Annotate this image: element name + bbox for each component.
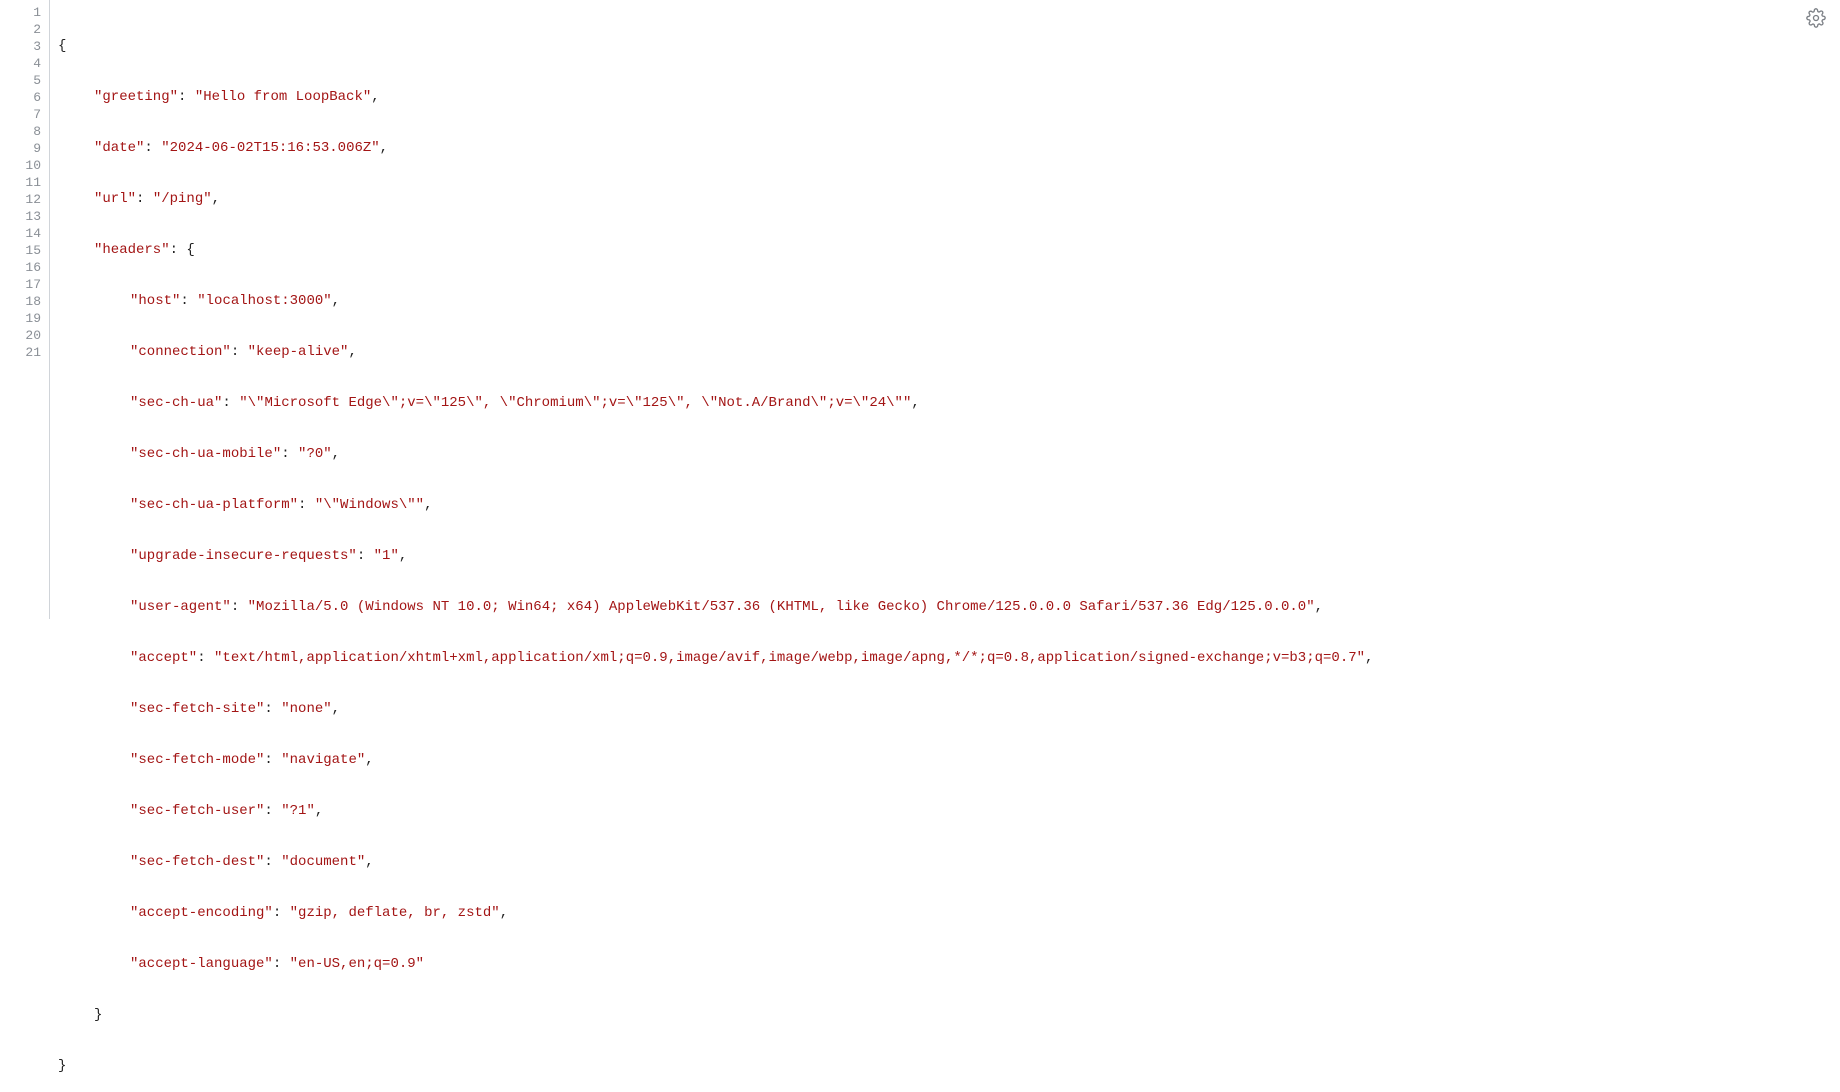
line-number: 17 xyxy=(0,276,49,293)
line-number: 5 xyxy=(0,72,49,89)
line-number: 7 xyxy=(0,106,49,123)
code-line: "sec-fetch-dest": "document", xyxy=(58,854,1840,871)
code-line: "accept": "text/html,application/xhtml+x… xyxy=(58,650,1840,667)
line-number: 19 xyxy=(0,310,49,327)
code-line: "host": "localhost:3000", xyxy=(58,293,1840,310)
line-number: 3 xyxy=(0,38,49,55)
gear-icon[interactable] xyxy=(1806,8,1826,28)
line-number: 13 xyxy=(0,208,49,225)
code-line: "url": "/ping", xyxy=(58,191,1840,208)
line-number: 2 xyxy=(0,21,49,38)
line-number: 4 xyxy=(0,55,49,72)
code-line: "sec-fetch-user": "?1", xyxy=(58,803,1840,820)
code-line: "greeting": "Hello from LoopBack", xyxy=(58,89,1840,106)
code-line: } xyxy=(58,1058,1840,1075)
code-line: "sec-ch-ua": "\"Microsoft Edge\";v=\"125… xyxy=(58,395,1840,412)
line-number: 11 xyxy=(0,174,49,191)
code-line: "date": "2024-06-02T15:16:53.006Z", xyxy=(58,140,1840,157)
code-line: "accept-encoding": "gzip, deflate, br, z… xyxy=(58,905,1840,922)
code-line: "upgrade-insecure-requests": "1", xyxy=(58,548,1840,565)
line-number-gutter: 1 2 3 4 5 6 7 8 9 10 11 12 13 14 15 16 1… xyxy=(0,0,50,619)
line-number: 9 xyxy=(0,140,49,157)
line-number: 20 xyxy=(0,327,49,344)
line-number: 18 xyxy=(0,293,49,310)
line-number: 15 xyxy=(0,242,49,259)
line-number: 16 xyxy=(0,259,49,276)
line-number: 10 xyxy=(0,157,49,174)
line-number: 21 xyxy=(0,344,49,361)
code-line: "sec-ch-ua-mobile": "?0", xyxy=(58,446,1840,463)
code-line: { xyxy=(58,38,1840,55)
line-number: 1 xyxy=(0,4,49,21)
code-line: "headers": { xyxy=(58,242,1840,259)
code-line: "sec-fetch-mode": "navigate", xyxy=(58,752,1840,769)
line-number: 12 xyxy=(0,191,49,208)
line-number: 6 xyxy=(0,89,49,106)
code-line: "sec-ch-ua-platform": "\"Windows\"", xyxy=(58,497,1840,514)
line-number: 14 xyxy=(0,225,49,242)
line-number: 8 xyxy=(0,123,49,140)
code-line: } xyxy=(58,1007,1840,1024)
code-line: "accept-language": "en-US,en;q=0.9" xyxy=(58,956,1840,973)
code-view[interactable]: { "greeting": "Hello from LoopBack", "da… xyxy=(58,4,1840,619)
code-line: "user-agent": "Mozilla/5.0 (Windows NT 1… xyxy=(58,599,1840,616)
code-line: "sec-fetch-site": "none", xyxy=(58,701,1840,718)
code-line: "connection": "keep-alive", xyxy=(58,344,1840,361)
